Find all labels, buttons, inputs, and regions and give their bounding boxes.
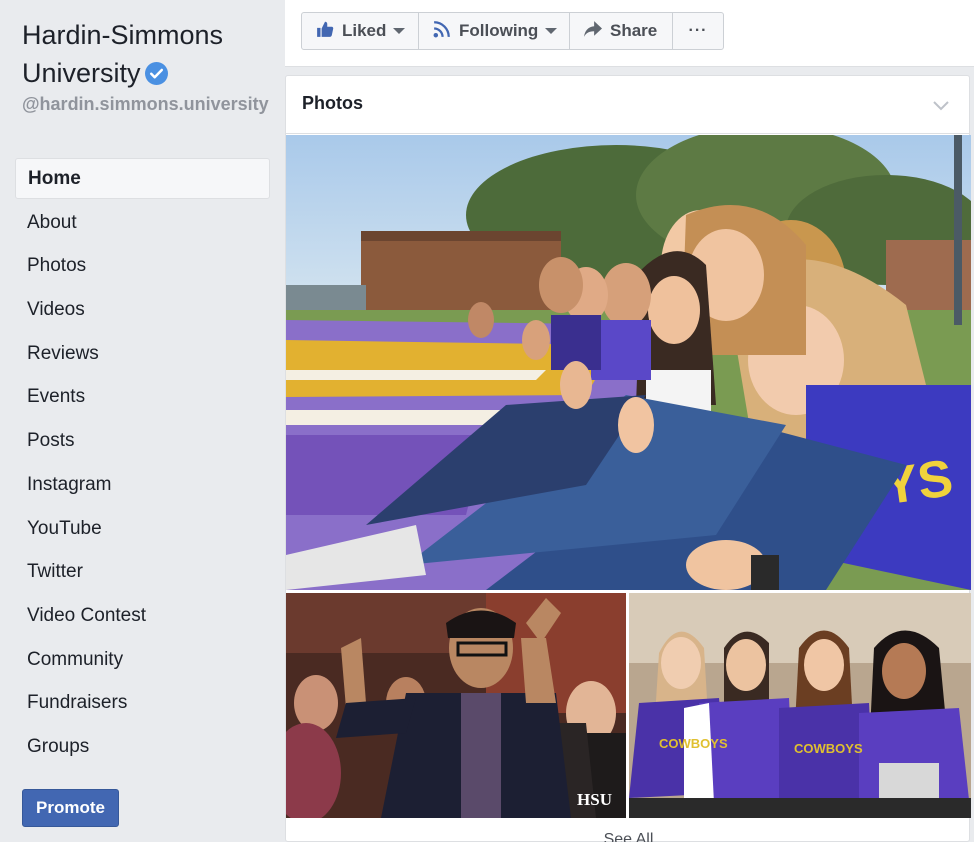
share-label: Share [610, 21, 658, 40]
chevron-down-icon [545, 28, 558, 34]
promote-button[interactable]: Promote [22, 789, 119, 827]
sidebar-item-home[interactable]: Home [15, 158, 270, 199]
sidebar-item-about[interactable]: About [15, 202, 270, 246]
following-button[interactable]: Following [419, 13, 570, 49]
liked-button[interactable]: Liked [302, 13, 419, 49]
photos-card-header: Photos [286, 76, 969, 134]
liked-label: Liked [342, 21, 387, 40]
photo-students-on-field[interactable]: OYS [286, 135, 971, 590]
action-button-group: Liked Following Share ··· [301, 12, 724, 50]
chevron-down-icon[interactable] [933, 98, 949, 116]
share-button[interactable]: Share [570, 13, 673, 49]
sidebar-item-videos[interactable]: Videos [15, 289, 270, 333]
photo-students-purple-shirts[interactable]: COWBOYS COWBOYS [629, 593, 971, 818]
sidebar-nav: Home About Photos Videos Reviews Events … [15, 158, 270, 770]
photos-card-title[interactable]: Photos [302, 93, 363, 114]
left-sidebar: Hardin-Simmons University @hardin.simmon… [0, 0, 285, 842]
sidebar-item-community[interactable]: Community [15, 639, 270, 683]
verified-badge-icon [144, 57, 168, 85]
sidebar-item-video-contest[interactable]: Video Contest [15, 595, 270, 639]
sidebar-item-events[interactable]: Events [15, 376, 270, 420]
rss-feed-icon [433, 20, 459, 43]
sidebar-item-photos[interactable]: Photos [15, 245, 270, 289]
page-name-text[interactable]: Hardin-Simmons University [22, 20, 223, 88]
more-dots-icon: ··· [688, 22, 708, 39]
sidebar-item-posts[interactable]: Posts [15, 420, 270, 464]
sidebar-item-instagram[interactable]: Instagram [15, 464, 270, 508]
sidebar-item-twitter[interactable]: Twitter [15, 551, 270, 595]
thumbs-up-icon [316, 20, 342, 43]
page-name[interactable]: Hardin-Simmons University [22, 16, 272, 92]
see-all-link[interactable]: See All [286, 831, 971, 842]
sidebar-item-groups[interactable]: Groups [15, 726, 270, 770]
hsu-watermark: HSU [577, 790, 612, 809]
sidebar-item-reviews[interactable]: Reviews [15, 333, 270, 377]
svg-text:COWBOYS: COWBOYS [794, 741, 863, 756]
sidebar-item-youtube[interactable]: YouTube [15, 508, 270, 552]
page-action-bar: Liked Following Share ··· [285, 0, 974, 67]
photos-card: Photos OYS HSU COWBOYS COWBOYS See All [285, 75, 971, 842]
chevron-down-icon [393, 28, 406, 34]
photo-student-celebrating[interactable]: HSU [286, 593, 626, 818]
svg-text:COWBOYS: COWBOYS [659, 736, 728, 751]
page-username[interactable]: @hardin.simmons.university [22, 94, 274, 115]
more-options-button[interactable]: ··· [673, 13, 723, 49]
sidebar-item-fundraisers[interactable]: Fundraisers [15, 682, 270, 726]
following-label: Following [459, 21, 539, 40]
share-arrow-icon [584, 20, 610, 42]
